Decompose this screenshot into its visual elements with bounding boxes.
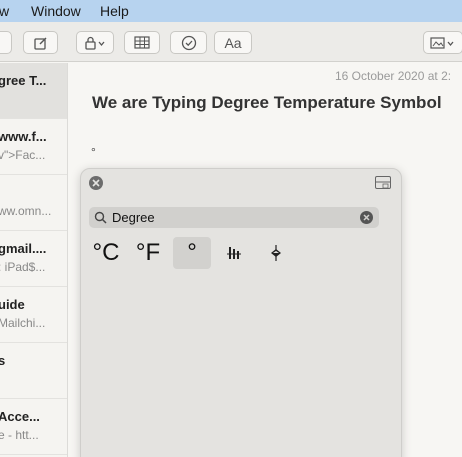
- note-item[interactable]: gmail.... : iPad$...: [0, 231, 67, 287]
- menu-bar: w Window Help: [0, 0, 462, 22]
- character-result[interactable]: [215, 237, 253, 269]
- note-item[interactable]: uide Mailchi...: [0, 287, 67, 343]
- note-item-title: gmail....: [0, 241, 47, 256]
- media-button[interactable]: [423, 31, 462, 54]
- note-item-subtitle: : iPad$...: [0, 260, 46, 274]
- character-glyph: °F: [135, 239, 161, 266]
- character-result-selected[interactable]: °: [173, 237, 211, 269]
- character-viewer: Degree °C °F °: [80, 168, 402, 457]
- note-body-text: °: [91, 145, 96, 159]
- checklist-button[interactable]: [170, 31, 207, 54]
- new-note-button[interactable]: [23, 31, 58, 54]
- character-result[interactable]: [257, 237, 295, 269]
- note-item[interactable]: ww.omn...: [0, 175, 67, 231]
- close-button[interactable]: [89, 176, 103, 190]
- table-button[interactable]: [124, 31, 160, 54]
- clear-search-button[interactable]: [360, 211, 373, 224]
- toolbar: Aa: [0, 22, 462, 62]
- note-item-title: Acce...: [0, 409, 40, 424]
- note-item-title: uide: [0, 297, 25, 312]
- notes-list: gree T... www.f... v">Fac... ww.omn... g…: [0, 63, 68, 457]
- search-input[interactable]: Degree: [112, 210, 155, 225]
- format-label: Aa: [224, 34, 242, 51]
- photo-icon: [430, 36, 454, 49]
- note-item-title: s: [0, 353, 5, 368]
- table-icon: [134, 36, 150, 49]
- compass-glyph-icon: [271, 245, 281, 261]
- note-item[interactable]: s: [0, 343, 67, 399]
- note-date: 16 October 2020 at 2:: [335, 69, 452, 83]
- menu-help[interactable]: Help: [100, 3, 129, 19]
- character-search-field[interactable]: Degree: [89, 207, 379, 228]
- note-item[interactable]: www.f... v">Fac...: [0, 119, 67, 175]
- character-result[interactable]: °C: [87, 237, 125, 269]
- toolbar-button-partial[interactable]: [0, 31, 12, 54]
- note-item[interactable]: Acce... e - htt...: [0, 399, 67, 455]
- note-item-title: www.f...: [0, 129, 47, 144]
- note-item-subtitle: e - htt...: [0, 428, 39, 442]
- close-icon: [92, 179, 100, 187]
- lock-button[interactable]: [76, 31, 114, 54]
- format-button[interactable]: Aa: [214, 31, 252, 54]
- note-item-subtitle: ww.omn...: [0, 204, 52, 218]
- lock-icon: [85, 36, 105, 50]
- note-item-subtitle: v">Fac...: [0, 148, 46, 162]
- note-item-subtitle: Mailchi...: [0, 316, 46, 330]
- search-icon: [94, 211, 107, 224]
- clear-icon: [363, 214, 370, 221]
- menu-window[interactable]: Window: [31, 3, 81, 19]
- character-glyph: °C: [92, 239, 120, 266]
- expand-viewer-button[interactable]: [375, 176, 391, 189]
- checkmark-circle-icon: [181, 35, 196, 50]
- thermometer-glyph-icon: [227, 247, 241, 259]
- character-result[interactable]: °F: [129, 237, 167, 269]
- character-glyph: °: [187, 239, 197, 266]
- note-item-title: gree T...: [0, 73, 47, 88]
- compose-icon: [33, 37, 46, 50]
- note-heading: We are Typing Degree Temperature Symbol: [92, 93, 442, 112]
- note-item[interactable]: gree T...: [0, 63, 67, 119]
- menu-view[interactable]: w: [0, 3, 9, 19]
- keyboard-expand-icon: [376, 181, 390, 189]
